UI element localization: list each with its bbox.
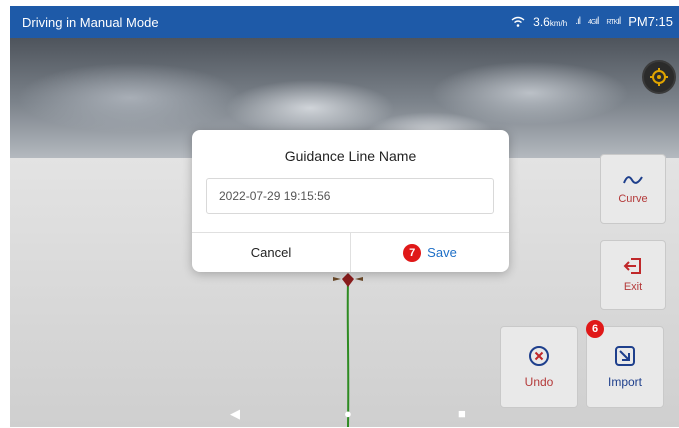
exit-button[interactable]: Exit [600, 240, 666, 310]
undo-label: Undo [524, 375, 554, 389]
curve-label: Curve [618, 193, 648, 205]
vehicle-marker-icon [333, 273, 363, 287]
guidance-line-name-dialog: Guidance Line Name Cancel 7 Save [192, 130, 509, 272]
import-icon [615, 346, 635, 366]
wifi-icon [511, 16, 525, 27]
undo-cancel-icon [529, 346, 549, 366]
exit-icon [623, 258, 641, 274]
nav-home-icon[interactable]: ● [344, 406, 352, 421]
mode-title: Driving in Manual Mode [22, 15, 159, 30]
exit-label: Exit [623, 281, 643, 293]
crosshair-icon [650, 68, 668, 86]
save-label: Save [427, 245, 457, 260]
status-bar: Driving in Manual Mode 3.6km/h .ıl 4Gıl … [10, 6, 679, 38]
curve-button[interactable]: Curve [600, 154, 666, 224]
cancel-button[interactable]: Cancel [192, 233, 350, 272]
import-button[interactable]: Import [586, 326, 664, 408]
save-step-badge: 7 [403, 243, 422, 262]
import-step-badge: 6 [586, 320, 604, 338]
dialog-title: Guidance Line Name [284, 148, 417, 164]
undo-button[interactable]: Undo [500, 326, 578, 408]
import-label: Import [607, 375, 642, 389]
status-indicators: 3.6km/h .ıl 4Gıl RTKıl PM7:15 [511, 14, 673, 29]
nav-back-icon[interactable]: ◀ [230, 406, 240, 422]
locate-button[interactable] [642, 60, 676, 94]
clock: PM7:15 [628, 14, 673, 29]
save-button[interactable]: 7 Save [351, 233, 509, 272]
curve-icon [623, 176, 643, 184]
guidance-line-name-input[interactable] [206, 178, 494, 214]
signal-rtk-icon: RTKıl [606, 16, 621, 27]
app-screen: Driving in Manual Mode 3.6km/h .ıl 4Gıl … [10, 6, 679, 427]
speed-readout: 3.6km/h [533, 14, 568, 29]
signal-4g-icon: 4Gıl [587, 16, 599, 27]
nav-recent-icon[interactable]: ■ [458, 406, 466, 421]
signal-icon: .ıl [575, 16, 581, 27]
